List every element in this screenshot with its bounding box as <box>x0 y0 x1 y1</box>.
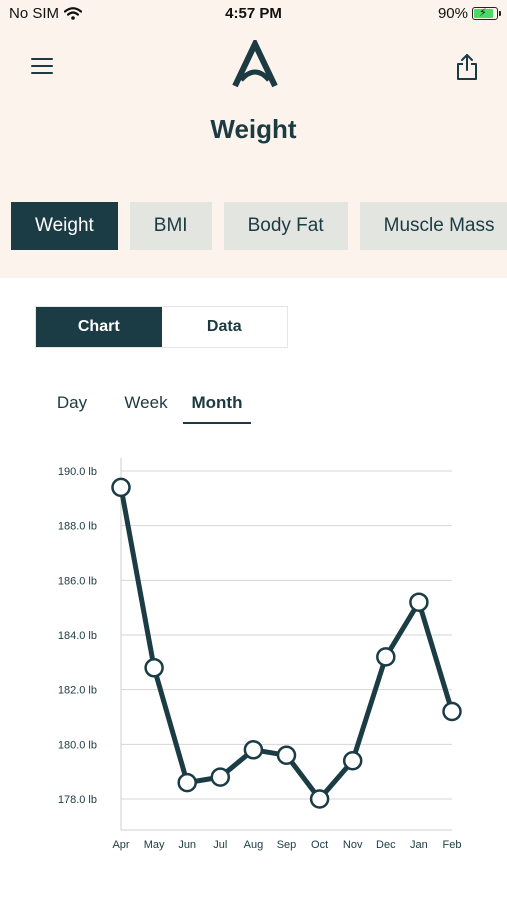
x-tick-label: Apr <box>112 839 129 851</box>
x-axis-labels: Apr May Jun Jul Aug Sep Oct Nov Dec Jan Feb <box>112 839 461 851</box>
x-tick-label: Feb <box>443 839 462 851</box>
share-icon <box>457 54 477 80</box>
app-logo-a-icon <box>232 37 278 88</box>
x-tick-label: Aug <box>244 839 264 851</box>
tab-body-fat[interactable]: Body Fat <box>223 202 348 250</box>
share-button[interactable] <box>454 52 480 82</box>
data-toggle-button[interactable]: Data <box>162 307 288 347</box>
data-point[interactable] <box>442 701 462 722</box>
y-tick-label: 182.0 lb <box>58 685 97 697</box>
view-toggle: Chart Data <box>35 306 288 348</box>
battery-icon: ⚡ <box>472 7 501 20</box>
page-title: Weight <box>210 114 297 144</box>
data-point[interactable] <box>177 772 197 793</box>
x-tick-label: Dec <box>376 839 396 851</box>
weight-data-points <box>111 477 462 809</box>
data-point[interactable] <box>210 767 231 787</box>
period-week[interactable]: Week <box>116 393 176 413</box>
charging-bolt-icon: ⚡ <box>479 7 487 19</box>
period-month[interactable]: Month <box>183 393 251 424</box>
data-point[interactable] <box>111 477 131 498</box>
status-right: 90% ⚡ <box>437 5 501 22</box>
y-tick-label: 178.0 lb <box>58 794 97 806</box>
data-point[interactable] <box>309 789 330 809</box>
hamburger-menu-icon <box>31 58 53 74</box>
tab-bmi[interactable]: BMI <box>129 202 212 250</box>
y-axis-labels: 190.0 lb 188.0 lb 186.0 lb 184.0 lb 182.0 lb… <box>58 466 97 806</box>
battery-percent: 90% <box>437 5 468 22</box>
y-tick-label: 184.0 lb <box>58 630 97 642</box>
metric-tabs: Weight BMI Body Fat Muscle Mass <box>11 202 507 250</box>
x-tick-label: Sep <box>277 839 297 851</box>
data-point[interactable] <box>409 592 429 612</box>
period-day[interactable]: Day <box>44 393 100 413</box>
data-point[interactable] <box>276 745 297 766</box>
y-tick-label: 186.0 lb <box>58 575 97 587</box>
x-tick-label: Nov <box>343 839 363 851</box>
chart-toggle-button[interactable]: Chart <box>36 307 162 347</box>
weight-line-chart: 190.0 lb 188.0 lb 186.0 lb 184.0 lb 182.0 lb… <box>58 458 462 851</box>
status-time: 4:57 PM <box>225 5 282 22</box>
y-tick-label: 180.0 lb <box>58 739 97 751</box>
data-point[interactable] <box>144 658 164 678</box>
x-tick-label: Jul <box>213 839 227 851</box>
app-logo <box>231 37 279 90</box>
x-tick-label: Jan <box>410 839 428 851</box>
menu-button[interactable] <box>30 56 54 76</box>
x-tick-label: Jun <box>178 839 196 851</box>
data-point[interactable] <box>342 750 363 771</box>
y-tick-label: 188.0 lb <box>58 521 97 533</box>
y-tick-label: 190.0 lb <box>58 466 97 478</box>
data-point[interactable] <box>376 647 396 667</box>
data-point[interactable] <box>243 740 264 760</box>
tab-muscle-mass[interactable]: Muscle Mass <box>359 202 507 250</box>
status-bar: No SIM 4:57 PM 90% ⚡ <box>0 0 507 28</box>
x-tick-label: Oct <box>311 839 328 851</box>
x-tick-label: May <box>144 839 165 851</box>
tab-weight[interactable]: Weight <box>11 202 118 250</box>
